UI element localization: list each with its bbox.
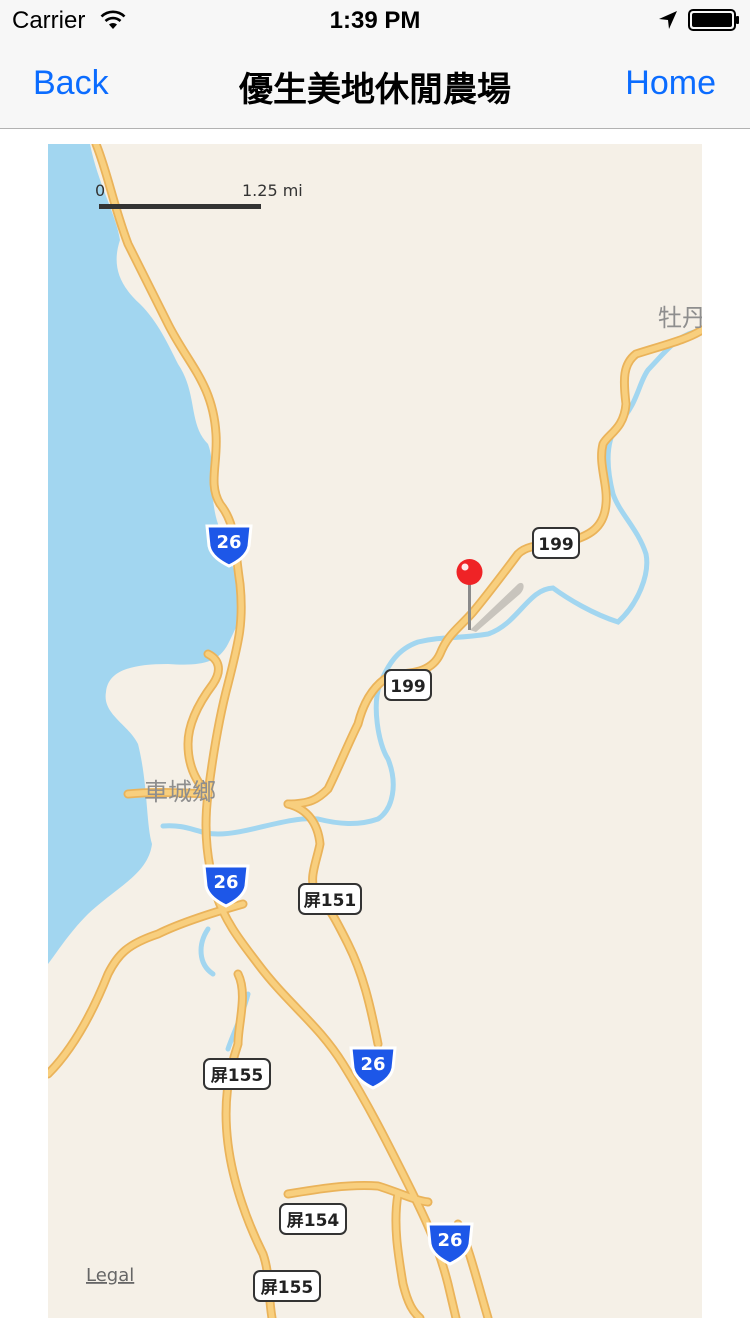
status-time: 1:39 PM [329, 7, 421, 34]
place-label-checheng: 車城鄉 [144, 778, 216, 806]
scale-start-label: 0 [95, 181, 105, 200]
route-badge: 屏155 [253, 1270, 321, 1302]
location-arrow-icon [659, 11, 677, 29]
battery-icon [688, 9, 739, 31]
route-shield-label: 26 [216, 532, 241, 553]
route-badge: 屏154 [279, 1203, 347, 1235]
map-view[interactable]: 0 1.25 mi 牡丹 車城鄉 26 26 26 26 199 199 屏15… [48, 144, 702, 1318]
route-shield-label: 26 [213, 872, 238, 893]
route-shield-label: 26 [360, 1054, 385, 1075]
route-badge-label: 屏154 [287, 1211, 340, 1231]
legal-link[interactable]: Legal [86, 1265, 134, 1286]
route-badge: 199 [384, 669, 432, 701]
route-badge-label: 屏155 [261, 1278, 314, 1298]
status-bar: Carrier 1:39 PM [0, 0, 750, 40]
home-button[interactable]: Home [625, 64, 716, 103]
navigation-bar: Back 優生美地休閒農場 Home [0, 40, 750, 129]
place-label-mudan: 牡丹 [658, 304, 702, 332]
route-badge: 屏151 [298, 883, 362, 915]
route-badge: 199 [532, 527, 580, 559]
route-badge-label: 屏151 [304, 891, 357, 911]
route-shield-label: 26 [437, 1230, 462, 1251]
route-badge-label: 199 [390, 677, 426, 697]
route-badge-label: 199 [538, 535, 574, 555]
route-badge-label: 屏155 [211, 1066, 264, 1086]
scale-end-label: 1.25 mi [242, 181, 303, 200]
map-canvas: 0 1.25 mi 牡丹 車城鄉 26 26 26 26 199 199 屏15… [48, 144, 702, 1318]
route-badge: 屏155 [203, 1058, 271, 1090]
